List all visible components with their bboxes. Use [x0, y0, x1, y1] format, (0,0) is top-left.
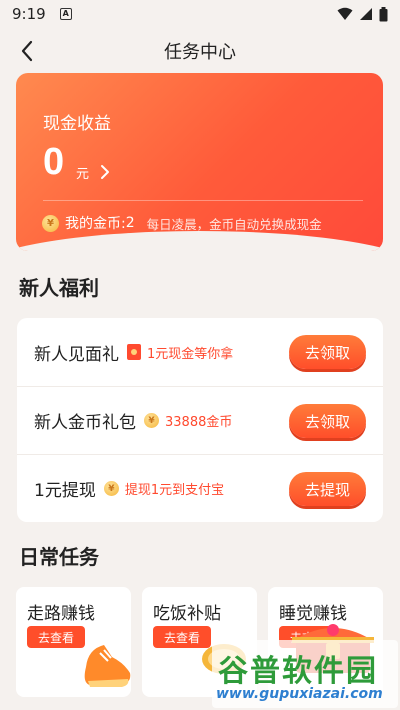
- earnings-label: 现金收益: [43, 114, 111, 134]
- task-tag: ¥ 33888金币: [144, 411, 232, 430]
- status-icons: [337, 6, 388, 22]
- coin-icon: ¥: [103, 481, 119, 496]
- coins-value: 2: [125, 215, 135, 231]
- status-bar: 9:19 A: [0, 0, 400, 28]
- signal-icon: [360, 8, 372, 20]
- task-tag: 1元现金等你拿: [127, 343, 233, 362]
- task-tag-text: 1元现金等你拿: [147, 346, 234, 362]
- task-tag-text: 提现1元到支付宝: [124, 483, 225, 498]
- withdraw-button[interactable]: 去提现: [289, 472, 366, 506]
- red-envelope-icon: [127, 344, 141, 360]
- watermark-title: 谷普软件园: [218, 654, 378, 689]
- list-item: 新人见面礼 1元现金等你拿 去领取: [17, 318, 383, 386]
- task-tag-text: 33888金币: [165, 415, 233, 430]
- claim-gift-button[interactable]: 去领取: [289, 335, 366, 369]
- nav-bar: 任务中心: [0, 28, 400, 74]
- daily-task-name: 走路赚钱: [27, 604, 95, 624]
- earnings-unit: 元: [76, 167, 90, 182]
- daily-task-name: 吃饭补贴: [153, 604, 221, 624]
- coin-icon: ¥: [42, 214, 59, 232]
- back-button[interactable]: [14, 38, 40, 64]
- task-tag: ¥ 提现1元到支付宝: [103, 479, 225, 498]
- battery-icon: [379, 6, 388, 21]
- my-coins-row: ¥ 我的金币: 2 每日凌晨，金币自动兑换成现金: [42, 213, 322, 233]
- page-title: 任务中心: [164, 42, 236, 63]
- earnings-card: 现金收益 0 元 ¥ 我的金币: 2 每日凌晨，金币自动兑换成现金: [16, 73, 383, 251]
- newbie-card: 新人见面礼 1元现金等你拿 去领取 新人金币礼包 ¥ 33888金币 去领取 1…: [17, 318, 383, 522]
- status-time: 9:19: [12, 5, 46, 23]
- back-arrow-icon: [21, 40, 33, 62]
- daily-section-title: 日常任务: [19, 545, 99, 569]
- earnings-amount: 0: [43, 141, 65, 183]
- shoe-icon: [84, 645, 131, 687]
- coin-icon: ¥: [144, 413, 159, 428]
- chevron-right-icon[interactable]: [96, 163, 114, 181]
- watermark: 谷普软件园 www.gupuxiazai.com: [212, 640, 398, 708]
- newbie-section-title: 新人福利: [19, 276, 99, 300]
- task-name: 1元提现: [34, 481, 96, 501]
- notification-a-icon: A: [59, 8, 72, 20]
- list-item: 1元提现 ¥ 提现1元到支付宝 去提现: [17, 454, 383, 522]
- coins-label: 我的金币:: [65, 216, 126, 232]
- daily-task-walk[interactable]: 走路赚钱 去查看: [16, 587, 131, 697]
- wifi-icon: [337, 7, 353, 20]
- task-name: 新人金币礼包: [34, 413, 136, 433]
- task-name: 新人见面礼: [34, 344, 119, 365]
- claim-coins-button[interactable]: 去领取: [289, 404, 366, 438]
- watermark-url: www.gupuxiazai.com: [216, 686, 383, 702]
- coins-note: 每日凌晨，金币自动兑换成现金: [146, 216, 322, 232]
- list-item: 新人金币礼包 ¥ 33888金币 去领取: [17, 386, 383, 454]
- earnings-divider: [43, 200, 363, 201]
